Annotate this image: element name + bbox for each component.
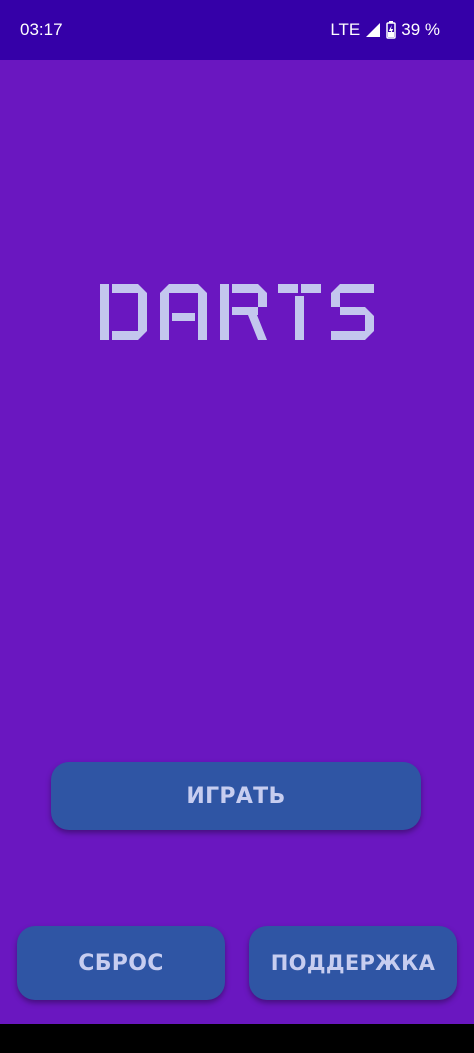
status-time: 03:17: [20, 20, 63, 39]
battery-charging-icon: [386, 21, 396, 39]
signal-icon: [365, 22, 381, 38]
status-bar: 03:17 LTE 39 %: [0, 0, 474, 60]
darts-logo-graphic: [100, 284, 374, 340]
status-indicators: LTE 39 %: [330, 19, 440, 41]
play-button[interactable]: ИГРАТЬ: [51, 762, 421, 830]
reset-button[interactable]: СБРОС: [17, 926, 225, 1000]
main-menu-screen: 03:17 LTE 39 % ИГРАТЬ СБРОС ПОДДЕРЖКА: [0, 0, 474, 1053]
navigation-bar: [0, 1024, 474, 1053]
battery-level: 39 %: [401, 20, 440, 39]
darts-logo: DARTS: [0, 280, 474, 350]
support-button[interactable]: ПОДДЕРЖКА: [249, 926, 457, 1000]
network-type: LTE: [330, 20, 361, 39]
